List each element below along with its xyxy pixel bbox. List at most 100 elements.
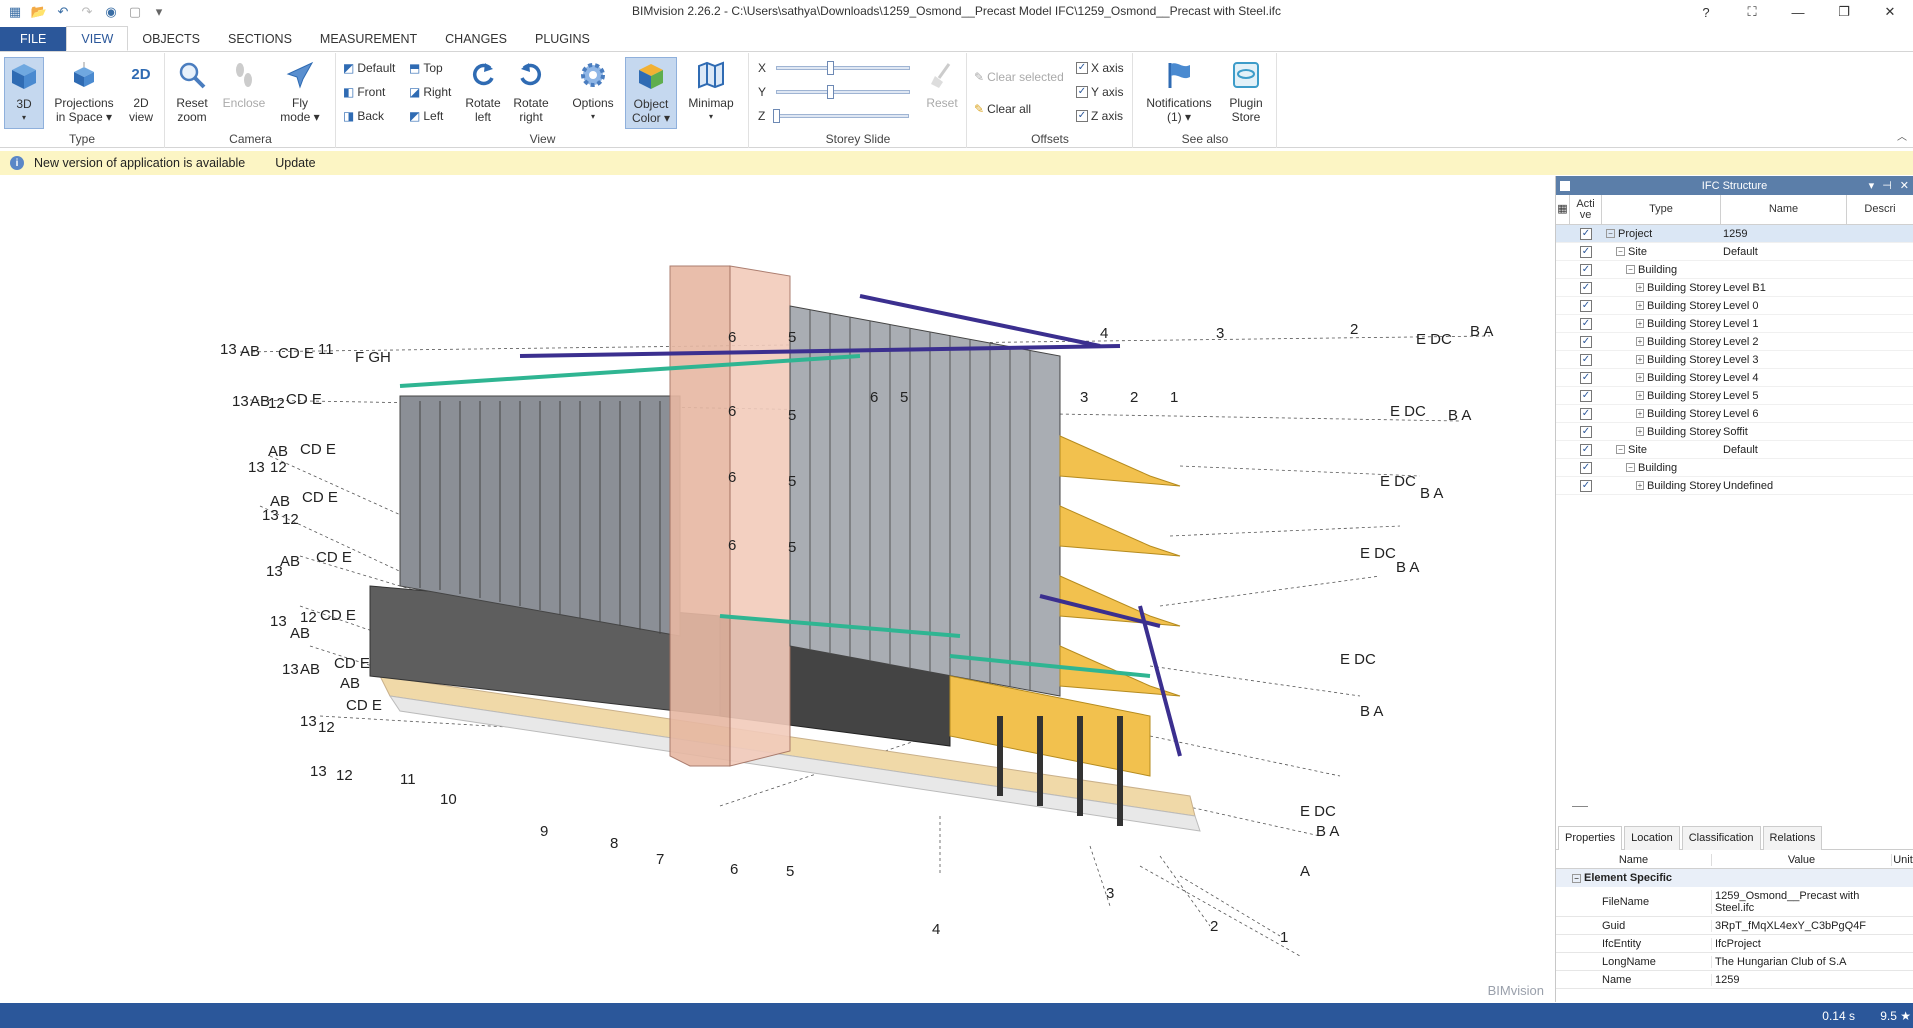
tab-changes[interactable]: CHANGES: [431, 27, 521, 51]
minimap-button[interactable]: Minimap ▾: [685, 57, 737, 124]
view-back-button[interactable]: ◨ Back: [343, 106, 384, 126]
checkbox-icon[interactable]: ✓: [1580, 389, 1592, 402]
tree-row[interactable]: ✓ − Site Default: [1556, 243, 1913, 261]
reset-zoom-button[interactable]: Reset zoom: [172, 57, 212, 124]
view-default-button[interactable]: ◩ Default: [343, 58, 395, 78]
tab-view[interactable]: VIEW: [66, 26, 129, 51]
3d-viewport[interactable]: 13 AB CD E 11 F GH 13 AB 12 CD E AB CD E 13 12 AB C…: [0, 176, 1552, 1002]
expand-icon[interactable]: +: [1636, 301, 1644, 310]
collapse-icon[interactable]: −: [1626, 463, 1635, 472]
rotate-right-button[interactable]: Rotate right: [511, 57, 551, 124]
property-row[interactable]: FileName 1259_Osmond__Precast with Steel.…: [1556, 887, 1913, 917]
tab-plugins[interactable]: PLUGINS: [521, 27, 604, 51]
checkbox-icon[interactable]: ✓: [1580, 407, 1592, 420]
object-color-button[interactable]: Object Color ▾: [625, 57, 677, 129]
col-type[interactable]: Type: [1602, 195, 1721, 224]
collapse-icon[interactable]: −: [1616, 247, 1625, 256]
x-axis-checkbox[interactable]: ✓ X axis: [1076, 58, 1124, 78]
tree-row[interactable]: ✓ + Building Storey Level 4: [1556, 369, 1913, 387]
help-button[interactable]: ?: [1683, 0, 1729, 24]
tab-sections[interactable]: SECTIONS: [214, 27, 306, 51]
z-axis-checkbox[interactable]: ✓ Z axis: [1076, 106, 1123, 126]
properties-group[interactable]: − Element Specific: [1556, 869, 1913, 887]
tree-row[interactable]: ✓ + Building Storey Level 2: [1556, 333, 1913, 351]
property-row[interactable]: Guid 3RpT_fMqXL4exY_C3bPgQ4F: [1556, 917, 1913, 935]
checkbox-icon[interactable]: ✓: [1580, 317, 1592, 330]
tree-row[interactable]: ✓ − Site Default: [1556, 441, 1913, 459]
collapse-ribbon-icon[interactable]: ︿: [1897, 128, 1907, 143]
y-slider[interactable]: [776, 85, 911, 99]
tree-row[interactable]: ✓ + Building Storey Level 3: [1556, 351, 1913, 369]
options-button[interactable]: Options ▾: [571, 57, 615, 124]
projections-button[interactable]: Projections in Space ▾: [50, 57, 118, 124]
view-right-button[interactable]: ◪ Right: [409, 82, 451, 102]
minimize-button[interactable]: —: [1775, 0, 1821, 24]
tree-row[interactable]: ✓ − Project 1259: [1556, 225, 1913, 243]
collapse-icon[interactable]: −: [1572, 873, 1581, 883]
expand-icon[interactable]: +: [1636, 373, 1644, 382]
tree-row[interactable]: ✓ − Building: [1556, 459, 1913, 477]
tab-properties[interactable]: Properties: [1558, 826, 1623, 850]
window-icon[interactable]: ▢: [124, 2, 146, 22]
fullscreen-button[interactable]: ⛶: [1729, 0, 1775, 24]
clear-selected-button[interactable]: ✎ Clear selected: [974, 67, 1064, 87]
view-top-button[interactable]: ⬒ Top: [409, 58, 443, 78]
expand-icon[interactable]: +: [1636, 337, 1644, 346]
expand-icon[interactable]: +: [1636, 409, 1644, 418]
panel-close-icon[interactable]: ✕: [1900, 179, 1909, 192]
tree-row[interactable]: ✓ + Building Storey Level 5: [1556, 387, 1913, 405]
tree-row[interactable]: ✓ + Building Storey Soffit: [1556, 423, 1913, 441]
customize-qat-icon[interactable]: ▾: [148, 2, 170, 22]
checkbox-icon[interactable]: ✓: [1580, 461, 1592, 474]
y-axis-checkbox[interactable]: ✓ Y axis: [1076, 82, 1123, 102]
checkbox-icon[interactable]: ✓: [1580, 335, 1592, 348]
checkbox-icon[interactable]: ✓: [1580, 353, 1592, 366]
update-link[interactable]: Update: [275, 156, 315, 170]
tree-row[interactable]: ✓ − Building: [1556, 261, 1913, 279]
clear-all-button[interactable]: ✎ Clear all: [974, 99, 1031, 119]
view-front-button[interactable]: ◧ Front: [343, 82, 385, 102]
checkbox-icon[interactable]: ✓: [1580, 479, 1592, 492]
col-active[interactable]: Acti ve: [1570, 195, 1602, 224]
tab-measurement[interactable]: MEASUREMENT: [306, 27, 431, 51]
checkbox-icon[interactable]: ✓: [1580, 263, 1592, 276]
tree-config-icon[interactable]: ▦: [1556, 195, 1570, 224]
panel-pin-icon[interactable]: ⊣: [1882, 179, 1892, 192]
tab-relations[interactable]: Relations: [1762, 826, 1823, 850]
tab-location[interactable]: Location: [1624, 826, 1680, 850]
collapse-icon[interactable]: −: [1626, 265, 1635, 274]
checkbox-icon[interactable]: ✓: [1580, 281, 1592, 294]
collapse-icon[interactable]: −: [1606, 229, 1615, 238]
checkbox-icon[interactable]: ✓: [1580, 425, 1592, 438]
2d-view-button[interactable]: 2D 2D view: [122, 57, 160, 124]
tree-row[interactable]: ✓ + Building Storey Undefined: [1556, 477, 1913, 495]
z-slider[interactable]: [773, 109, 910, 123]
checkbox-icon[interactable]: ✓: [1580, 227, 1592, 240]
col-description[interactable]: Descri: [1847, 195, 1913, 224]
expand-icon[interactable]: +: [1636, 391, 1644, 400]
plugin-store-button[interactable]: Plugin Store: [1224, 57, 1268, 124]
y-slider-thumb[interactable]: [826, 85, 834, 99]
checkbox-icon[interactable]: ✓: [1580, 299, 1592, 312]
checkbox-icon[interactable]: ✓: [1580, 443, 1592, 456]
tree-row[interactable]: ✓ + Building Storey Level 0: [1556, 297, 1913, 315]
tree-row[interactable]: ✓ + Building Storey Level 6: [1556, 405, 1913, 423]
property-row[interactable]: LongName The Hungarian Club of S.A: [1556, 953, 1913, 971]
fly-mode-button[interactable]: Fly mode ▾: [278, 57, 322, 124]
scroll-indicator[interactable]: [1572, 806, 1588, 807]
tree-row[interactable]: ✓ + Building Storey Level B1: [1556, 279, 1913, 297]
storey-reset-button[interactable]: Reset: [924, 57, 960, 110]
notifications-button[interactable]: Notifications (1) ▾: [1142, 57, 1216, 124]
settings-icon[interactable]: ◉: [100, 2, 122, 22]
expand-icon[interactable]: +: [1636, 355, 1644, 364]
rotate-left-button[interactable]: Rotate left: [463, 57, 503, 124]
view-left-button[interactable]: ◩ Left: [409, 106, 443, 126]
3d-button[interactable]: 3D ▾: [4, 57, 44, 129]
x-slider-thumb[interactable]: [826, 61, 834, 75]
expand-icon[interactable]: +: [1636, 283, 1644, 292]
x-slider[interactable]: [776, 61, 911, 75]
checkbox-icon[interactable]: ✓: [1580, 245, 1592, 258]
restore-button[interactable]: ❐: [1821, 0, 1867, 24]
expand-icon[interactable]: +: [1636, 481, 1644, 490]
close-button[interactable]: ✕: [1867, 0, 1913, 24]
